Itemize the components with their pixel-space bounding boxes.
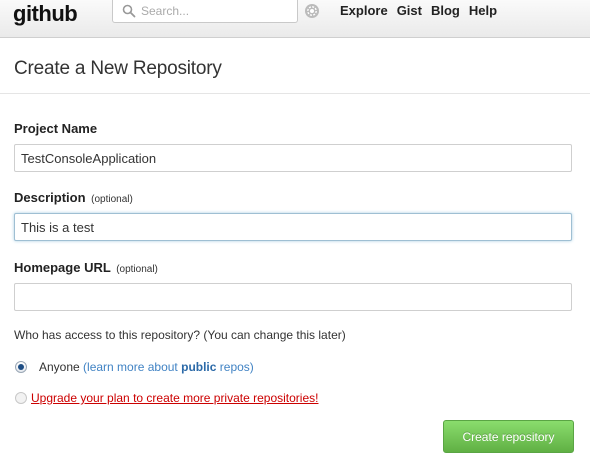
access-anyone-option: Anyone (learn more about public repos) — [39, 360, 254, 374]
access-private-option: Upgrade your plan to create more private… — [31, 391, 318, 405]
nav-blog-link[interactable]: Blog — [431, 3, 460, 18]
create-repository-button[interactable]: Create repository — [443, 420, 574, 453]
project-name-label: Project Name — [14, 121, 97, 136]
gear-icon[interactable] — [304, 3, 320, 19]
nav-explore-link[interactable]: Explore — [340, 3, 388, 18]
access-anyone-label: Anyone — [39, 360, 80, 374]
nav-help-link[interactable]: Help — [469, 3, 497, 18]
learn-more-public-link[interactable]: (learn more about public repos) — [83, 360, 254, 374]
description-optional-hint: (optional) — [91, 194, 133, 205]
search-box[interactable] — [112, 0, 298, 23]
upgrade-plan-link[interactable]: Upgrade your plan to create more private… — [31, 391, 318, 405]
access-private-radio — [15, 392, 27, 404]
top-nav: Explore Gist Blog Help — [340, 3, 497, 18]
nav-gist-link[interactable]: Gist — [397, 3, 422, 18]
access-anyone-radio[interactable] — [15, 361, 27, 373]
homepage-optional-hint: (optional) — [116, 264, 158, 275]
description-label: Description (optional) — [14, 190, 133, 205]
search-input[interactable] — [141, 2, 291, 20]
access-question: Who has access to this repository? (You … — [14, 328, 346, 342]
project-name-label-text: Project Name — [14, 121, 98, 136]
homepage-label: Homepage URL (optional) — [14, 260, 158, 275]
github-logo[interactable]: github — [13, 1, 78, 27]
homepage-url-input[interactable] — [14, 283, 572, 311]
page-title: Create a New Repository — [14, 58, 222, 79]
description-input[interactable] — [14, 213, 572, 241]
top-header: github Explore Gist Blog Help — [0, 0, 590, 38]
description-label-text: Description — [14, 190, 86, 205]
title-divider — [0, 93, 590, 94]
homepage-label-text: Homepage URL — [14, 260, 111, 275]
project-name-input[interactable] — [14, 144, 572, 172]
search-icon — [122, 4, 136, 18]
